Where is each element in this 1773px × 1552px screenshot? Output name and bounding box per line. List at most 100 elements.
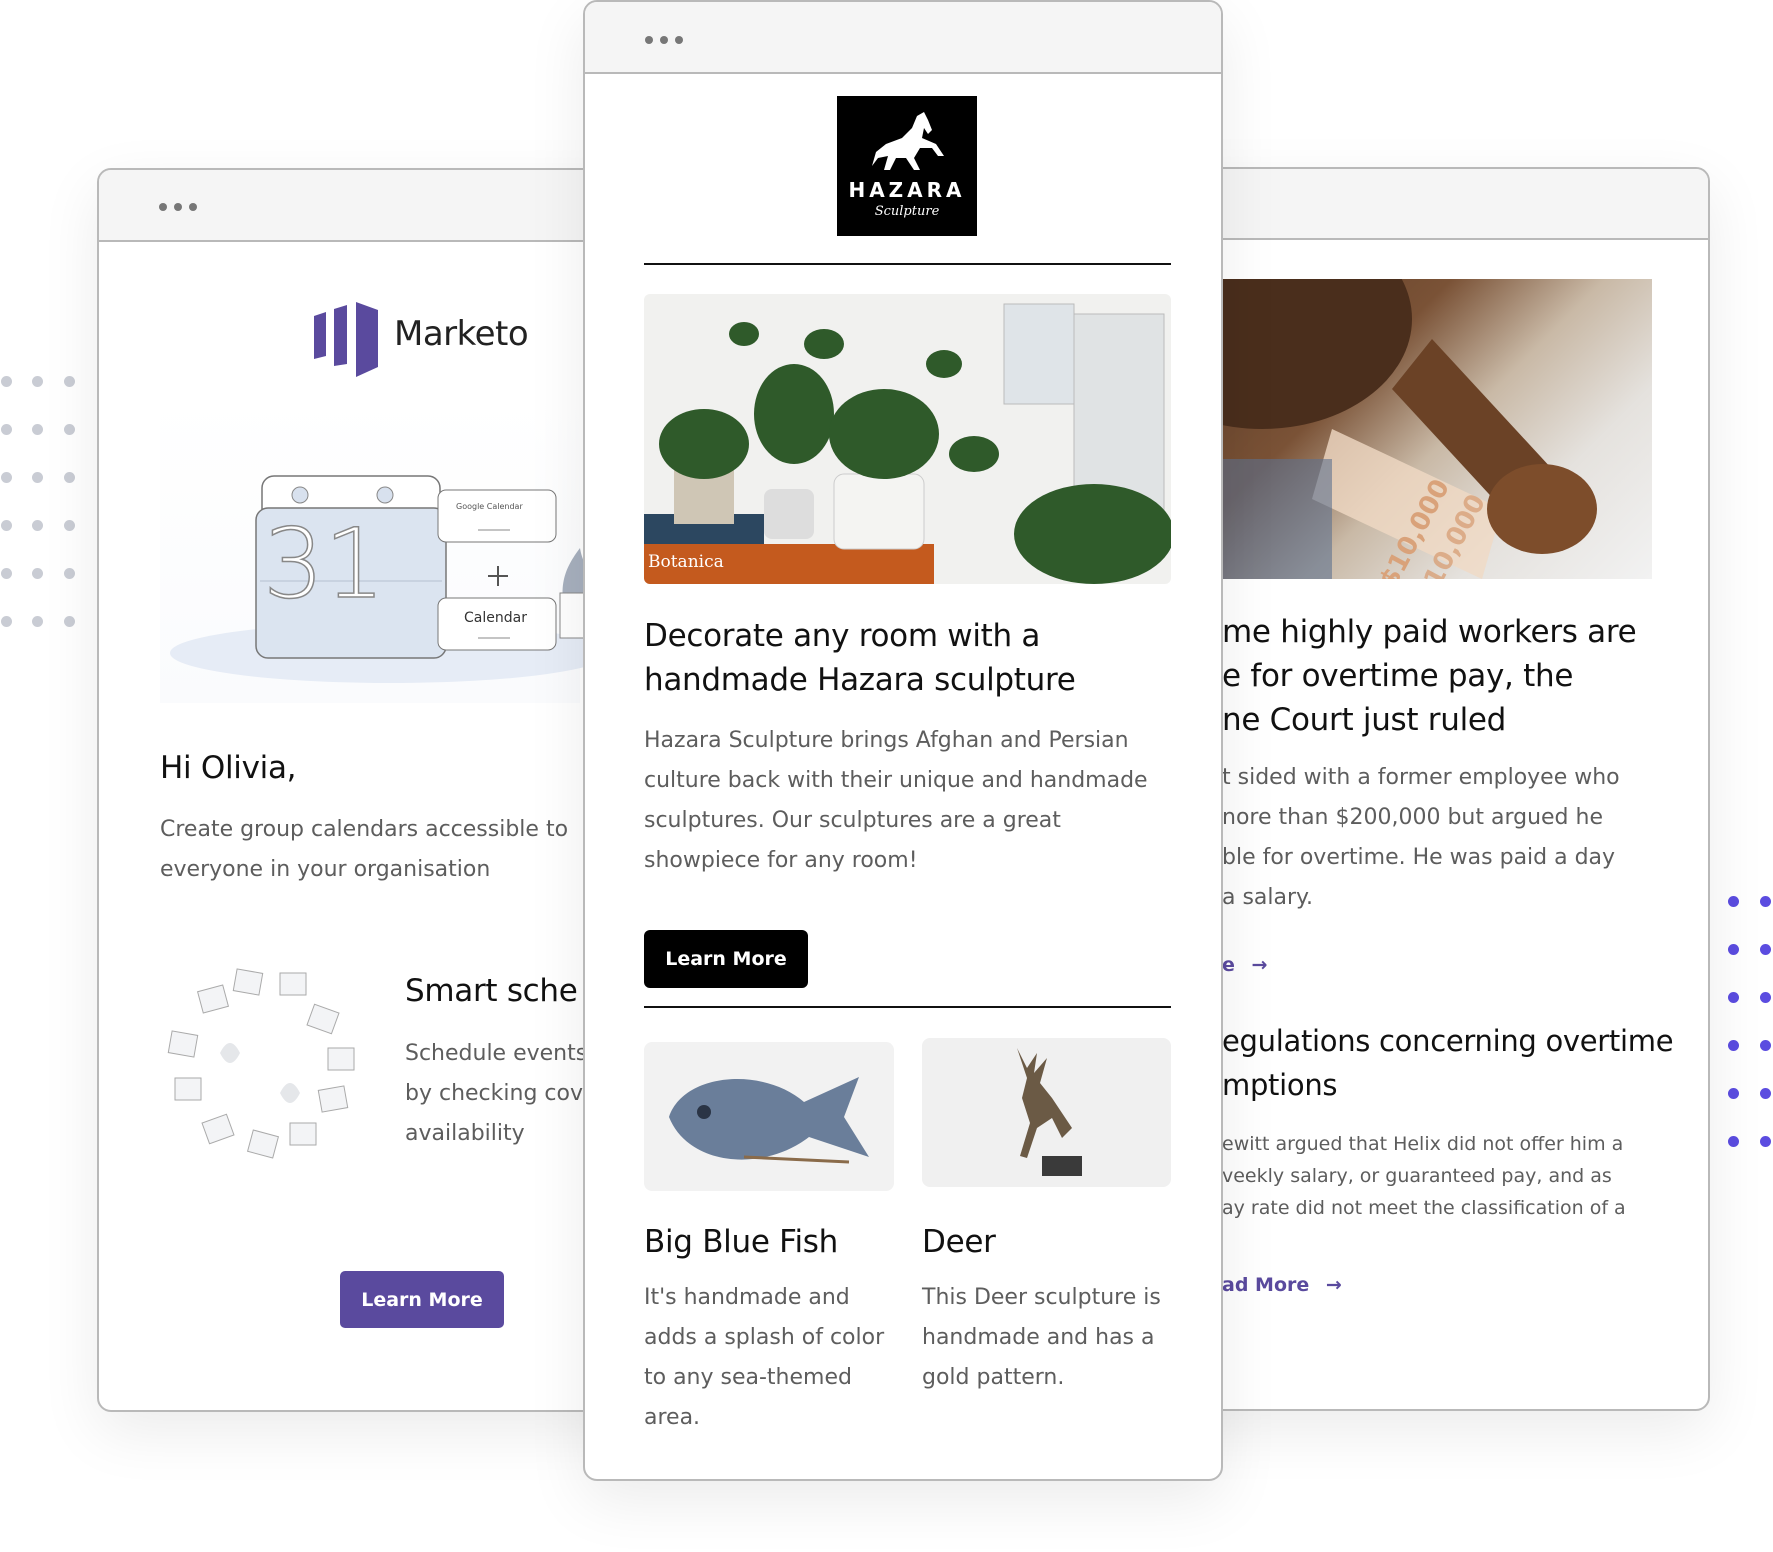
decorative-dot [64, 424, 75, 435]
decorative-dot [64, 376, 75, 387]
title-line: Decorate any room with a [644, 618, 1041, 654]
decorative-dot [1, 616, 12, 627]
title-line: ne Court just ruled [1222, 702, 1507, 738]
brand-name: Marketo [394, 314, 529, 354]
decorative-dot [1728, 1088, 1739, 1099]
decorative-dot [1760, 992, 1771, 1003]
body-line: Schedule events [405, 1041, 588, 1066]
body-line: This Deer sculpture is [922, 1285, 1161, 1310]
decorative-dot [1760, 1088, 1771, 1099]
product-description: It's handmade and adds a splash of color… [644, 1278, 884, 1438]
body-line: area. [644, 1405, 701, 1430]
product-description: This Deer sculpture is handmade and has … [922, 1278, 1161, 1398]
product-image-deer [922, 1038, 1171, 1187]
body-line: ble for overtime. He was paid a day [1222, 845, 1616, 870]
decorative-dot [1728, 1136, 1739, 1147]
article-title-2: egulations concerning overtime mptions [1222, 1019, 1674, 1107]
decorative-dot [1728, 896, 1739, 907]
title-line: e for overtime pay, the [1222, 658, 1574, 694]
greeting-heading: Hi Olivia, [160, 750, 297, 786]
article-title: me highly paid workers are e for overtim… [1222, 610, 1637, 742]
scheduling-illustration [160, 963, 370, 1168]
arrow-right-icon: → [1325, 1274, 1342, 1296]
decorative-dot [64, 568, 75, 579]
main-body: Hazara Sculpture brings Afghan and Persi… [644, 721, 1148, 881]
decorative-dot [64, 520, 75, 531]
decorative-dot [32, 424, 43, 435]
decorative-dot [1728, 992, 1739, 1003]
article-body-2: ewitt argued that Helix did not offer hi… [1222, 1128, 1626, 1224]
link-label: e [1222, 954, 1235, 976]
feature-body: Schedule events by checking cov availabi… [405, 1034, 587, 1154]
body-line: everyone in your organisation [160, 857, 491, 882]
google-calendar-label: Google Calendar [456, 502, 523, 511]
decorative-dot [1, 376, 12, 387]
divider [644, 1006, 1171, 1008]
decorative-dot [1, 568, 12, 579]
body-line: culture back with their unique and handm… [644, 768, 1148, 793]
learn-more-button[interactable]: Learn More [340, 1271, 504, 1328]
body-line: Hazara Sculpture brings Afghan and Persi… [644, 728, 1129, 753]
decorative-dot [32, 376, 43, 387]
product-title: Big Blue Fish [644, 1224, 838, 1260]
marketo-logo-icon [314, 302, 378, 377]
logo-name: HAZARA [848, 178, 966, 202]
decorative-dot [1760, 1040, 1771, 1051]
window-menu-dots-icon[interactable] [645, 36, 683, 44]
decorative-dot [32, 568, 43, 579]
title-line: mptions [1222, 1068, 1338, 1102]
book-title: Botanica [648, 552, 724, 572]
decorative-dot [32, 616, 43, 627]
product-title: Deer [922, 1224, 996, 1260]
hazara-email-window: HAZARA Sculpture Botanica Decorate any r… [583, 0, 1223, 1481]
body-line: sculptures. Our sculptures are a great [644, 808, 1061, 833]
decorative-dot [1, 424, 12, 435]
body-line: t sided with a former employee who [1222, 765, 1620, 790]
calendar-day-number: 31 [262, 507, 386, 621]
decorative-dot [1, 520, 12, 531]
decorative-dot [1760, 1136, 1771, 1147]
hero-plants-image: Botanica [644, 294, 1171, 584]
decorative-dot [1760, 896, 1771, 907]
arrow-right-icon: → [1251, 954, 1268, 976]
link-label: ad More [1222, 1274, 1310, 1296]
body-line: adds a splash of color [644, 1325, 885, 1350]
body-line: nore than $200,000 but argued he [1222, 805, 1603, 830]
title-line: handmade Hazara sculpture [644, 662, 1076, 698]
body-line: handmade and has a [922, 1325, 1155, 1350]
horse-icon [872, 112, 944, 170]
body-line: availability [405, 1121, 525, 1146]
greeting-body: Create group calendars accessible to eve… [160, 810, 568, 890]
decorative-dot [64, 616, 75, 627]
decorative-dot [1760, 944, 1771, 955]
hazara-logo: HAZARA Sculpture [837, 96, 977, 236]
read-more-link[interactable]: e → [1222, 954, 1267, 976]
title-line: egulations concerning overtime [1222, 1024, 1674, 1058]
body-line: ewitt argued that Helix did not offer hi… [1222, 1133, 1624, 1155]
learn-more-button[interactable]: Learn More [644, 930, 808, 988]
body-line: to any sea-themed [644, 1365, 852, 1390]
divider [644, 263, 1171, 265]
decorative-dot [32, 520, 43, 531]
body-line: showpiece for any room! [644, 848, 918, 873]
body-line: ay rate did not meet the classification … [1222, 1197, 1626, 1219]
gavel-money-image: $10,000 $10,000 [1182, 279, 1652, 579]
product-image-fish [644, 1042, 894, 1191]
main-heading: Decorate any room with a handmade Hazara… [644, 614, 1076, 702]
article-body: t sided with a former employee who nore … [1222, 758, 1620, 918]
marketo-logo: Marketo [314, 302, 564, 377]
body-line: by checking cov [405, 1081, 583, 1106]
calendar-label: Calendar [464, 610, 527, 626]
decorative-dot [1728, 1040, 1739, 1051]
read-more-link-2[interactable]: ad More → [1222, 1274, 1342, 1296]
body-line: It's handmade and [644, 1285, 850, 1310]
decorative-dot [1728, 944, 1739, 955]
body-line: Create group calendars accessible to [160, 817, 569, 842]
calendar-ring-icon [167, 968, 355, 1159]
body-line: gold pattern. [922, 1365, 1065, 1390]
feature-title: Smart sche [405, 973, 578, 1009]
body-line: a salary. [1222, 885, 1313, 910]
logo-tagline: Sculpture [874, 204, 940, 219]
window-menu-dots-icon[interactable] [159, 203, 197, 211]
calendar-illustration: 31 Google Calendar Calendar [160, 398, 621, 703]
